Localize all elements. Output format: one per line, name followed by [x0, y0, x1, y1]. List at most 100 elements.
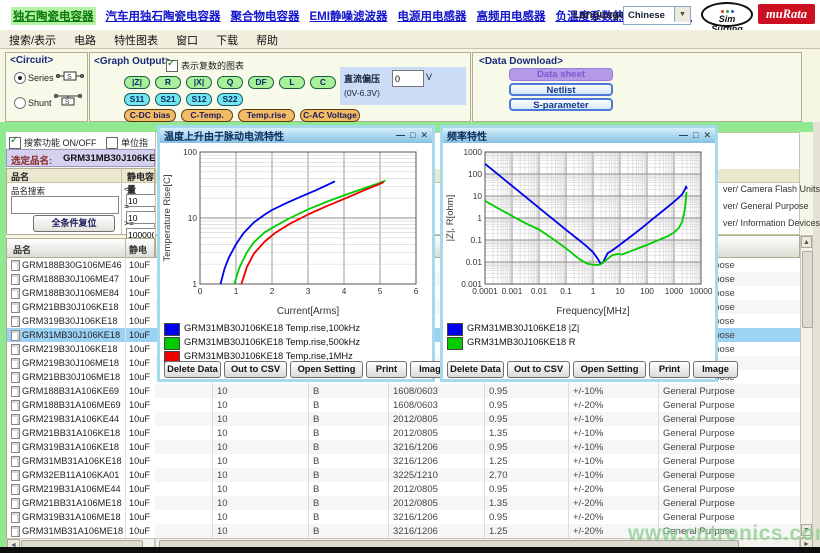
table-row[interactable]: 10B1608/06030.95+/-20%General Purpose	[155, 398, 800, 412]
table-row[interactable]: 10B1608/06030.95+/-10%General Purpose	[155, 384, 800, 398]
table-row[interactable]: 10B2012/08051.35+/-20%General Purpose	[155, 496, 800, 510]
scroll-up-icon[interactable]: ▲	[801, 236, 812, 248]
list-item[interactable]: GRM21BB31A106KE1810uF	[7, 426, 155, 440]
list-item[interactable]: GRM319B31A106KE1810uF	[7, 440, 155, 454]
radio-icon[interactable]	[14, 97, 26, 109]
menu-item[interactable]: 电路	[65, 30, 105, 50]
delete-data-button[interactable]: Delete Data	[447, 361, 504, 378]
list-item[interactable]: GRM219B30J106ME1810uF	[7, 356, 155, 370]
circuit-option-series[interactable]: SeriesS	[14, 69, 84, 87]
graph-button-c-temp-[interactable]: C-Temp.	[181, 109, 233, 122]
close-icon[interactable]: ✕	[703, 130, 711, 140]
part-search-input[interactable]	[11, 196, 119, 214]
table-cell-th: 1.25	[489, 456, 508, 467]
chevron-down-icon[interactable]: ▼	[674, 7, 690, 22]
list-item[interactable]: GRM31MB31A106KE1810uF	[7, 454, 155, 468]
list-item[interactable]: GRM188B31A106ME6910uF	[7, 398, 155, 412]
open-setting-button[interactable]: Open Setting	[573, 361, 646, 378]
list-item[interactable]: GRM319B30J106KE1810uF	[7, 314, 155, 328]
netlist-button[interactable]: Netlist	[509, 83, 613, 96]
application-filter-item[interactable]: ver/ General Purpose	[723, 201, 809, 211]
graph-button-l[interactable]: L	[279, 76, 305, 89]
graph-button-temp-rise[interactable]: Temp.rise	[238, 109, 295, 122]
close-icon[interactable]: ✕	[420, 130, 428, 140]
nav-link[interactable]: 电源用电感器	[397, 8, 466, 24]
out-to-csv-button[interactable]: Out to CSV	[224, 361, 287, 378]
menu-item[interactable]: 特性图表	[105, 30, 167, 50]
list-item[interactable]: GRM188B31A106KE6910uF	[7, 384, 155, 398]
data-download-panel: <Data Download> Data sheetNetlistS-param…	[472, 52, 802, 122]
nav-link[interactable]: 汽车用独石陶瓷电容器	[106, 8, 221, 24]
document-icon	[11, 274, 20, 285]
svg-text:S: S	[65, 99, 70, 106]
list-item[interactable]: GRM188B30J106ME8410uF	[7, 286, 155, 300]
list-item[interactable]: GRM188B30J106ME4710uF	[7, 272, 155, 286]
window-titlebar[interactable]: 频率特性 —□✕	[443, 128, 715, 143]
nav-link[interactable]: 高频用电感器	[476, 8, 545, 24]
image-button[interactable]: Image	[693, 361, 738, 378]
maximize-icon[interactable]: □	[693, 130, 698, 140]
nav-link[interactable]: 独石陶瓷电容器	[11, 7, 96, 25]
graph-button--z-[interactable]: |Z|	[124, 76, 150, 89]
simsurfing-logo: Sim Surfing	[701, 2, 753, 27]
graph-button-c-dc-bias[interactable]: C-DC bias	[124, 109, 176, 122]
delete-data-button[interactable]: Delete Data	[164, 361, 221, 378]
nav-link[interactable]: 聚合物电容器	[231, 8, 300, 24]
list-item[interactable]: GRM32EB11A106KA0110uF	[7, 468, 155, 482]
dc-bias-input[interactable]	[392, 70, 424, 87]
list-item[interactable]: GRM31MB31A106ME1810uF	[7, 524, 155, 538]
capacitance-value: 10uF	[129, 288, 150, 298]
table-row[interactable]: 10B3216/12060.95+/-10%General Purpose	[155, 440, 800, 454]
list-item[interactable]: GRM319B31A106ME1810uF	[7, 510, 155, 524]
list-item[interactable]: GRM21BB30J106KE1810uF	[7, 300, 155, 314]
print-button[interactable]: Print	[366, 361, 407, 378]
print-button[interactable]: Print	[649, 361, 690, 378]
svg-text:1: 1	[591, 286, 596, 296]
table-row[interactable]: 10B2012/08051.35+/-10%General Purpose	[155, 426, 800, 440]
s-parameter-button[interactable]: S-parameter	[509, 98, 613, 111]
table-row[interactable]: 10B3225/12102.70+/-10%General Purpose	[155, 468, 800, 482]
nav-link[interactable]: EMI静噪滤波器	[310, 8, 388, 24]
menu-item[interactable]: 搜索/表示	[0, 30, 65, 50]
application-filter-item[interactable]: ver/ Information Devices	[723, 218, 820, 228]
document-icon	[11, 442, 20, 453]
window-titlebar[interactable]: 温度上升由于脉动电流特性 —□✕	[160, 128, 432, 143]
graph-button-c-ac-voltage[interactable]: C-AC Voltage	[300, 109, 360, 122]
list-item[interactable]: GRM188B30G106ME4610uF	[7, 258, 155, 272]
menu-item[interactable]: 帮助	[247, 30, 287, 50]
graph-button-q[interactable]: Q	[217, 76, 243, 89]
table-row[interactable]: 10B2012/08050.95+/-10%General Purpose	[155, 412, 800, 426]
circuit-option-shunt[interactable]: ShuntS	[14, 93, 82, 112]
table-row[interactable]: 10B3216/12061.25+/-10%General Purpose	[155, 454, 800, 468]
open-setting-button[interactable]: Open Setting	[290, 361, 363, 378]
menu-item[interactable]: 下载	[207, 30, 247, 50]
out-to-csv-button[interactable]: Out to CSV	[507, 361, 570, 378]
application-filter-item[interactable]: ver/ Camera Flash Units	[723, 184, 820, 194]
language-dropdown[interactable]: Chinese ▼	[623, 6, 691, 25]
list-item[interactable]: GRM219B31A106KE4410uF	[7, 412, 155, 426]
table-cell-tc: B	[313, 428, 319, 439]
maximize-icon[interactable]: □	[410, 130, 415, 140]
list-item[interactable]: GRM21BB30J106ME1810uF	[7, 370, 155, 384]
checkbox-icon[interactable]	[9, 137, 21, 149]
table-vscrollbar[interactable]: ▲ ▼	[800, 235, 813, 538]
minimize-icon[interactable]: —	[396, 130, 405, 140]
list-item[interactable]: GRM21BB31A106ME1810uF	[7, 496, 155, 510]
graph-button-df[interactable]: DF	[248, 76, 274, 89]
list-item[interactable]: GRM31MB30J106KE1810uF	[7, 328, 155, 342]
table-row[interactable]: 10B2012/08050.95+/-20%General Purpose	[155, 482, 800, 496]
graph-button-c[interactable]: C	[310, 76, 336, 89]
list-item[interactable]: GRM219B30J106KE1810uF	[7, 342, 155, 356]
graph-button--x-[interactable]: |X|	[186, 76, 212, 89]
reset-conditions-button[interactable]: 全条件复位	[33, 215, 115, 232]
scrollbar-thumb[interactable]	[802, 251, 813, 328]
graph-button-r[interactable]: R	[155, 76, 181, 89]
checkbox-icon[interactable]	[166, 60, 178, 72]
svg-text:Current[Arms]: Current[Arms]	[277, 306, 339, 317]
radio-icon[interactable]	[14, 72, 26, 84]
minimize-icon[interactable]: —	[679, 130, 688, 140]
checkbox-icon[interactable]	[106, 137, 118, 149]
characteristic-buttons-row: C-DC bias C-Temp. Temp.rise C-AC Voltage	[124, 105, 365, 123]
list-item[interactable]: GRM219B31A106ME4410uF	[7, 482, 155, 496]
menu-item[interactable]: 窗口	[167, 30, 207, 50]
